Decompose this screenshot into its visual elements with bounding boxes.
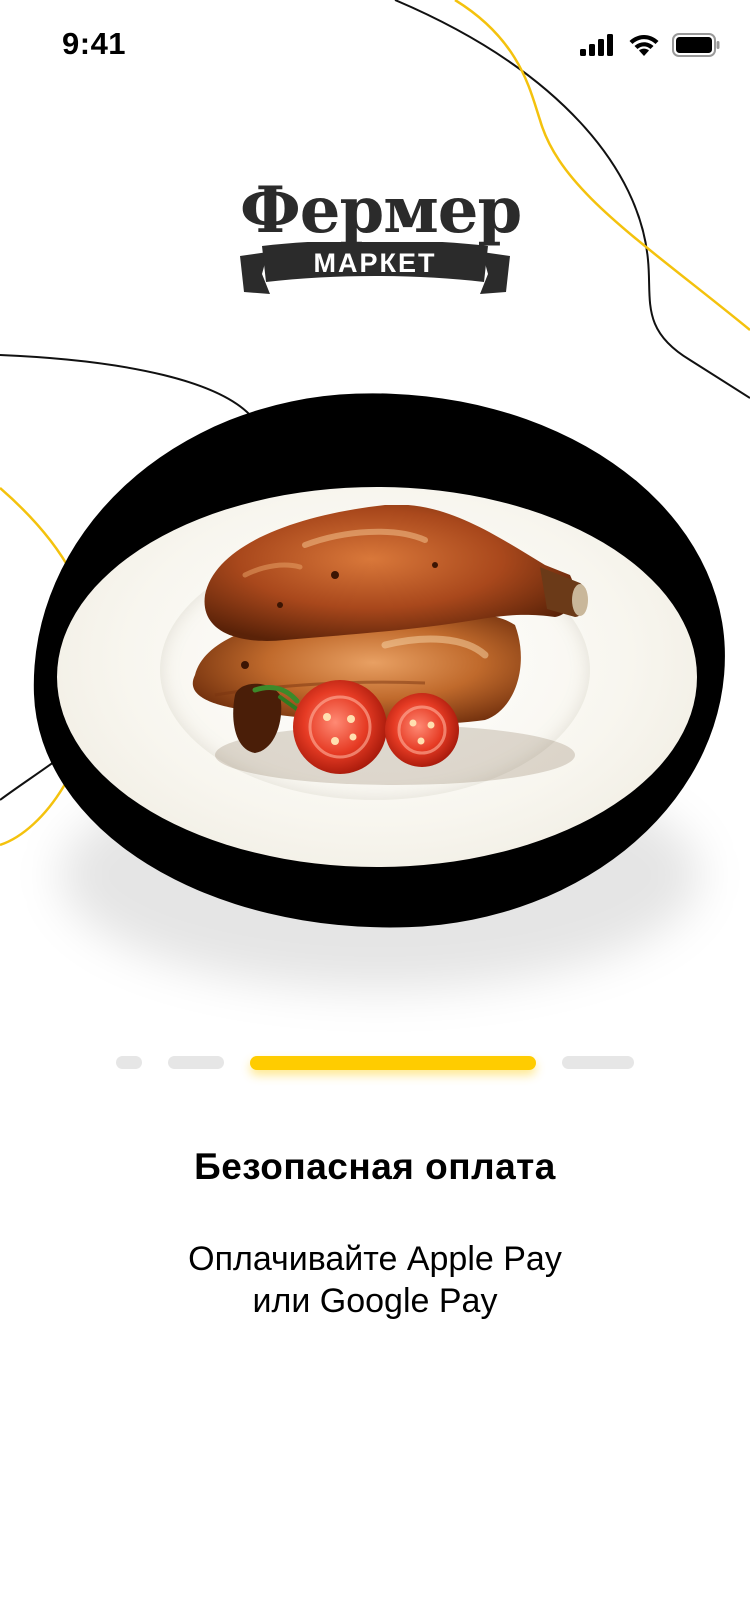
page-indicator — [0, 1056, 750, 1072]
roasted-chicken-image — [192, 505, 588, 785]
onboarding-subtitle-line-1: Оплачивайте Apple Pay — [188, 1240, 562, 1278]
page-dot-4[interactable] — [562, 1056, 634, 1069]
battery-icon — [672, 33, 720, 62]
status-time: 9:41 — [62, 26, 127, 61]
page-dot-1[interactable] — [116, 1056, 142, 1069]
onboarding-subtitle: Оплачивайте Apple Pay или Google Pay — [0, 1238, 750, 1322]
onboarding-title: Безопасная оплата — [194, 1146, 556, 1187]
onboarding-subtitle-line-2: или Google Pay — [252, 1282, 498, 1320]
page-dot-3-active[interactable] — [250, 1056, 536, 1070]
logo-ribbon-text: МАРКЕТ — [313, 248, 437, 278]
signal-icon — [580, 34, 616, 61]
status-bar: 9:41 — [0, 0, 750, 90]
status-icons — [580, 33, 720, 62]
logo-word: Фермер — [240, 173, 522, 248]
wifi-icon — [628, 34, 660, 61]
page-dot-2[interactable] — [168, 1056, 224, 1069]
onboarding-screen: 9:41 Фермер МАРКЕТ Безопасная оплата Опл… — [0, 0, 750, 1624]
app-logo: Фермер МАРКЕТ — [240, 173, 522, 296]
